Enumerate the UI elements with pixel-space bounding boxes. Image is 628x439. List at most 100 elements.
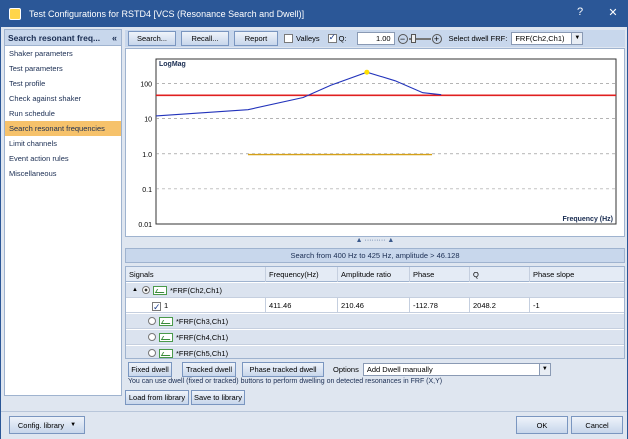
table-group-row[interactable]: *FRF(Ch5,Ch1)	[126, 346, 624, 358]
column-header-signals[interactable]: Signals	[126, 267, 266, 282]
frf-chart-panel: 100 10 1.0 0.1 0.01 LogMag Frequency (Hz)	[125, 48, 625, 237]
dialog-footer: Config. library ▼ OK Cancel	[1, 411, 627, 439]
valleys-checkbox[interactable]	[284, 34, 293, 43]
splitter-handle[interactable]: ▲ ········· ▲	[125, 237, 625, 245]
column-header-phase[interactable]: Phase	[410, 267, 470, 282]
table-header: Signals Frequency(Hz) Amplitude ratio Ph…	[126, 267, 624, 282]
y-tick-label: 0.01	[138, 222, 152, 229]
title-bar: Test Configurations for RSTD4 [VCS (Reso…	[1, 1, 627, 27]
x-axis-label: Frequency (Hz)	[562, 216, 613, 223]
sidebar-item-event-action-rules[interactable]: Event action rules	[5, 151, 121, 166]
y-tick-label: 10	[144, 117, 152, 124]
sidebar-item-test-profile[interactable]: Test profile	[5, 76, 121, 91]
sidebar-item-shaker-parameters[interactable]: Shaker parameters	[5, 46, 121, 61]
phase-slope-cell: -1	[533, 301, 540, 310]
slider-track[interactable]	[408, 33, 431, 43]
chevron-down-icon[interactable]: ▼	[538, 363, 550, 375]
minus-icon[interactable]: −	[397, 33, 408, 44]
sidebar-header-label: Search resonant freq...	[8, 32, 101, 43]
q-label: Q:	[338, 34, 347, 43]
row-checkbox[interactable]	[152, 300, 161, 315]
y-tick-label: 1.0	[142, 152, 152, 159]
slider-thumb[interactable]	[410, 33, 416, 43]
collapse-sidebar-icon[interactable]: «	[112, 33, 117, 43]
help-button[interactable]: ?	[571, 6, 589, 18]
frequency-cell: 411.46	[266, 298, 338, 313]
sidebar-item-limit-channels[interactable]: Limit channels	[5, 136, 121, 151]
select-radio[interactable]	[148, 333, 156, 341]
search-info-bar: Search from 400 Hz to 425 Hz, amplitude …	[125, 248, 625, 263]
chevron-down-icon[interactable]: ▼	[571, 33, 583, 44]
library-bar: Load from library Save to library	[125, 390, 245, 406]
chevron-down-icon: ▼	[70, 422, 77, 428]
y-tick-label: 0.1	[142, 187, 152, 194]
q-cell: 2048.2	[470, 298, 530, 313]
select-radio[interactable]	[148, 349, 156, 357]
options-label: Options	[333, 364, 359, 374]
column-header-frequency[interactable]: Frequency(Hz)	[266, 267, 338, 282]
chart-title: LogMag	[159, 61, 186, 68]
signal-name: *FRF(Ch5,Ch1)	[176, 348, 229, 358]
options-select[interactable]: Add Dwell manually ▼	[362, 362, 551, 376]
sidebar-header: Search resonant freq... «	[5, 30, 121, 46]
config-library-button[interactable]: Config. library ▼	[9, 416, 85, 434]
cancel-button[interactable]: Cancel	[571, 416, 623, 434]
options-value: Add Dwell manually	[366, 364, 433, 374]
search-toolbar: Search... Recall... Report Valleys Q: 1.…	[125, 30, 625, 47]
dialog-window: Test Configurations for RSTD4 [VCS (Reso…	[0, 0, 628, 439]
load-from-library-button[interactable]: Load from library	[125, 390, 189, 405]
valleys-label: Valleys	[296, 34, 320, 43]
ok-button[interactable]: OK	[516, 416, 568, 434]
row-index-cell: 1	[126, 298, 266, 315]
resonance-table: Signals Frequency(Hz) Amplitude ratio Ph…	[125, 266, 625, 359]
app-icon	[9, 8, 21, 20]
column-header-phase-slope[interactable]: Phase slope	[530, 267, 624, 282]
expand-icon[interactable]: ▲	[132, 287, 138, 293]
column-header-amplitude[interactable]: Amplitude ratio	[338, 267, 410, 282]
sidebar-item-miscellaneous[interactable]: Miscellaneous	[5, 166, 121, 181]
sidebar-item-search-resonant-frequencies[interactable]: Search resonant frequencies	[5, 121, 121, 136]
save-to-library-button[interactable]: Save to library	[191, 390, 245, 405]
report-button[interactable]: Report	[234, 31, 278, 46]
search-button[interactable]: Search...	[128, 31, 176, 46]
dwell-frf-select[interactable]: FRF(Ch2,Ch1) ▼	[511, 32, 584, 45]
frf-icon	[159, 316, 173, 326]
table-group-row[interactable]: ▲ *FRF(Ch2,Ch1)	[126, 283, 624, 298]
select-radio[interactable]	[141, 286, 150, 294]
amplitude-cell: 210.46	[338, 298, 410, 313]
sidebar-item-check-against-shaker[interactable]: Check against shaker	[5, 91, 121, 106]
sidebar-item-test-parameters[interactable]: Test parameters	[5, 61, 121, 76]
dwell-frf-value: FRF(Ch2,Ch1)	[515, 34, 565, 43]
frf-icon	[159, 348, 173, 358]
frf-chart[interactable]: 100 10 1.0 0.1 0.01 LogMag Frequency (Hz)	[126, 49, 624, 236]
close-button[interactable]: ✕	[604, 6, 622, 19]
select-radio[interactable]	[148, 317, 156, 325]
sidebar-item-run-schedule[interactable]: Run schedule	[5, 106, 121, 121]
signal-name: *FRF(Ch2,Ch1)	[169, 285, 223, 295]
frf-icon	[152, 285, 167, 295]
table-group-row[interactable]: *FRF(Ch4,Ch1)	[126, 330, 624, 345]
row-index: 1	[164, 301, 169, 310]
q-slider[interactable]: − +	[397, 33, 442, 44]
q-value-field[interactable]: 1.00	[356, 32, 395, 45]
column-header-q[interactable]: Q	[470, 267, 530, 282]
dwell-frf-label: Select dwell FRF:	[448, 34, 508, 43]
fixed-dwell-button[interactable]: Fixed dwell	[128, 361, 172, 377]
window-title: Test Configurations for RSTD4 [VCS (Reso…	[29, 9, 305, 19]
plus-icon[interactable]: +	[431, 33, 442, 44]
signal-name: *FRF(Ch3,Ch1)	[176, 316, 229, 326]
tracked-dwell-button[interactable]: Tracked dwell	[182, 361, 236, 377]
sidebar: Search resonant freq... « Shaker paramet…	[4, 29, 122, 396]
table-row[interactable]: 1 411.46 210.46 -112.78 2048.2 -1	[126, 298, 624, 315]
y-tick-label: 100	[140, 82, 152, 89]
phase-cell: -112.78	[410, 298, 470, 313]
sidebar-list: Shaker parameters Test parameters Test p…	[5, 46, 121, 181]
dwell-info-text: You can use dwell (fixed or tracked) but…	[128, 378, 443, 385]
table-group-row[interactable]: *FRF(Ch3,Ch1)	[126, 314, 624, 329]
phase-tracked-dwell-button[interactable]: Phase tracked dwell	[242, 361, 324, 377]
dwell-toolbar: Fixed dwell Tracked dwell Phase tracked …	[125, 361, 625, 377]
signal-name: *FRF(Ch4,Ch1)	[176, 332, 229, 342]
config-library-label: Config. library	[17, 420, 65, 430]
recall-button[interactable]: Recall...	[181, 31, 229, 46]
q-checkbox[interactable]	[327, 32, 337, 43]
